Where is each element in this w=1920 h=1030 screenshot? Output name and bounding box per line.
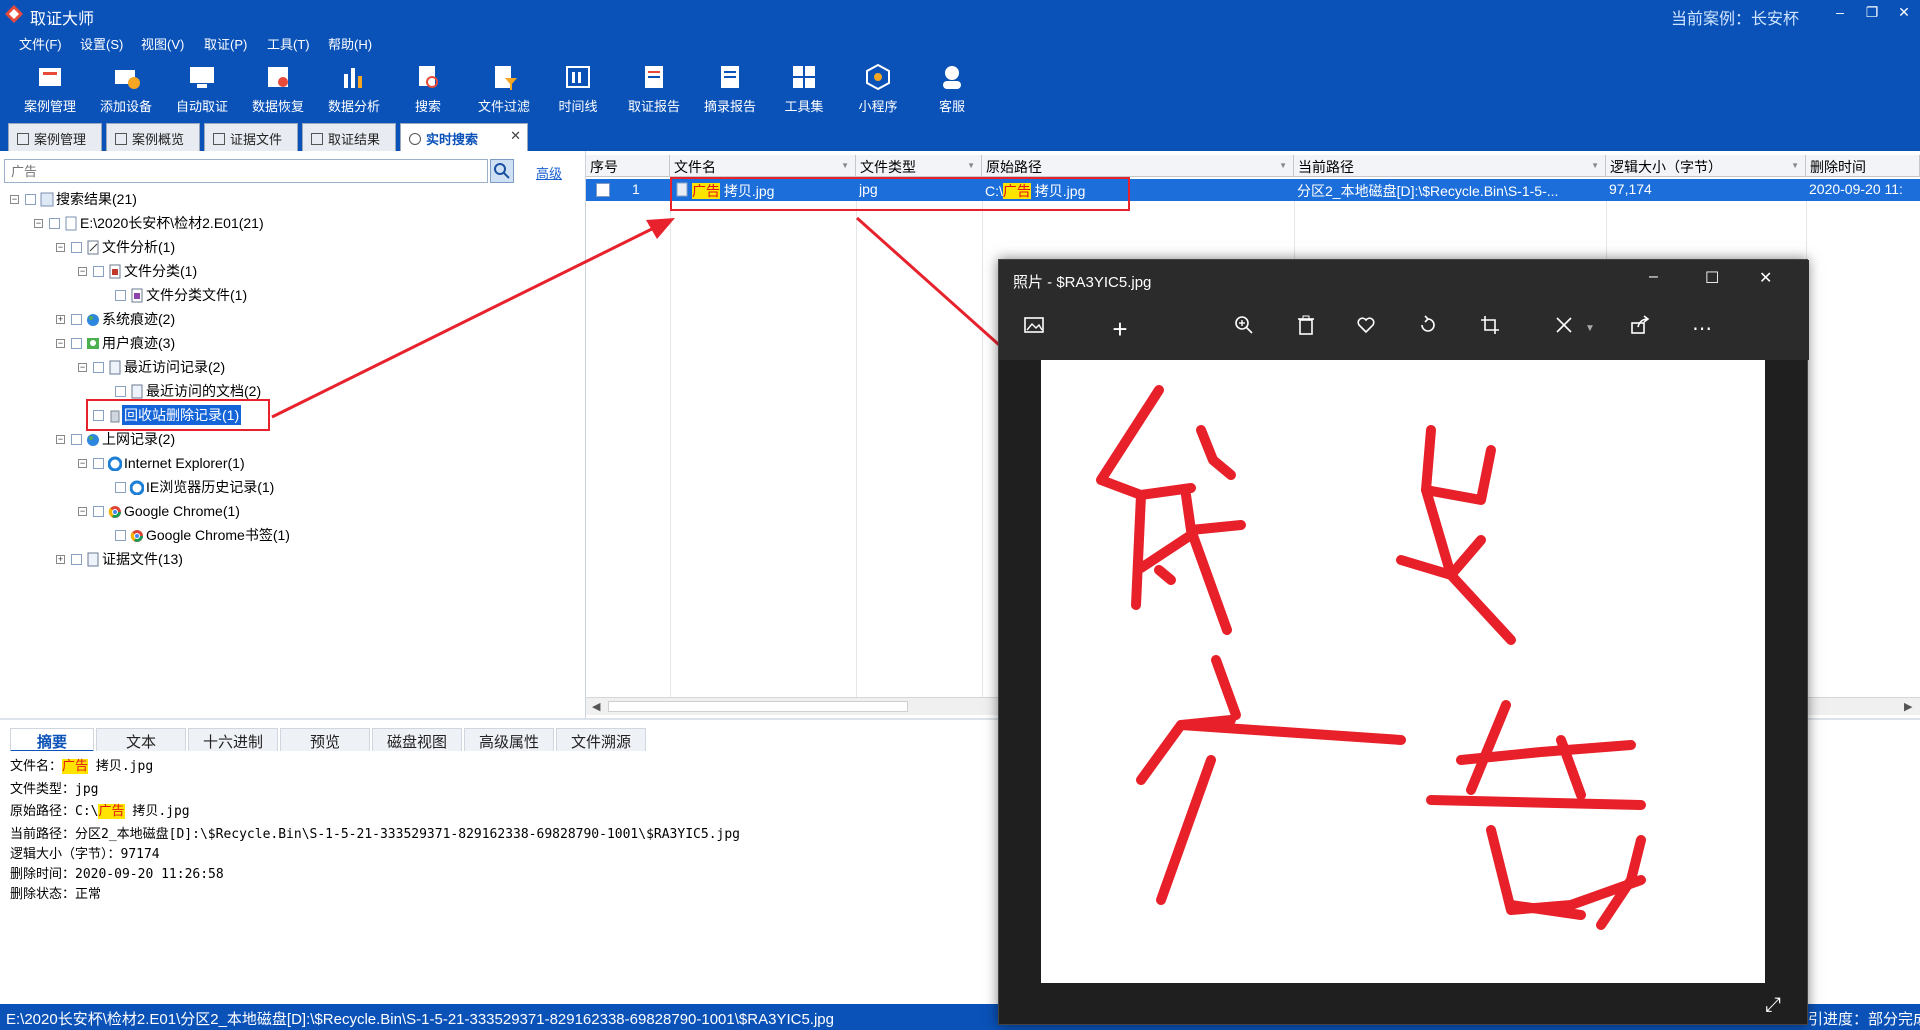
share-icon bbox=[1631, 315, 1650, 334]
rotate-icon bbox=[1421, 315, 1435, 332]
tab-hex[interactable]: 十六进制 bbox=[188, 728, 278, 752]
more-options-button[interactable]: ⋯ bbox=[1687, 314, 1717, 344]
view-collection-button[interactable] bbox=[1019, 314, 1049, 344]
photo-viewer-titlebar: 照片 - $RA3YIC5.jpg – ☐ ✕ bbox=[999, 260, 1809, 300]
handwritten-ad-image bbox=[1096, 385, 1646, 930]
edit-dropdown[interactable]: ▼ bbox=[1575, 314, 1605, 344]
chevron-down-icon: ▼ bbox=[1585, 323, 1595, 334]
share-button[interactable] bbox=[1625, 314, 1655, 344]
crop-icon bbox=[1481, 316, 1499, 334]
photo-viewer-title: 照片 - $RA3YIC5.jpg bbox=[1013, 274, 1152, 291]
annotation-arrow-to-file bbox=[271, 220, 667, 419]
tab-preview[interactable]: 预览 bbox=[280, 728, 370, 752]
trash-icon bbox=[1298, 315, 1314, 335]
edit-tools-icon bbox=[1556, 317, 1572, 333]
image-icon bbox=[1024, 317, 1044, 333]
zoom-in-icon bbox=[1235, 316, 1253, 334]
photo-viewer-window: 照片 - $RA3YIC5.jpg – ☐ ✕ + ▼ ⋯ ⤢ bbox=[998, 259, 1809, 1025]
detail-logical-size: 逻辑大小（字节）：97174 bbox=[10, 847, 160, 862]
detail-filetype: 文件类型：jpg bbox=[10, 782, 99, 797]
heart-icon bbox=[1357, 317, 1375, 334]
rotate-button[interactable] bbox=[1413, 314, 1443, 344]
fullscreen-button[interactable]: ⤢ bbox=[1765, 994, 1781, 1017]
detail-delete-state: 删除状态：正常 bbox=[10, 887, 102, 902]
viewer-minimize-button[interactable]: – bbox=[1649, 268, 1658, 286]
tab-disk-view[interactable]: 磁盘视图 bbox=[372, 728, 462, 752]
detail-filename: 文件名：广告 拷贝.jpg bbox=[10, 759, 154, 774]
viewer-close-button[interactable]: ✕ bbox=[1759, 268, 1772, 288]
crop-button[interactable] bbox=[1475, 314, 1505, 344]
plus-icon: + bbox=[1112, 314, 1128, 344]
photo-viewer-toolbar: + ▼ ⋯ bbox=[999, 300, 1809, 360]
detail-original-path: 原始路径：C:\广告 拷贝.jpg bbox=[10, 804, 190, 819]
more-icon: ⋯ bbox=[1692, 318, 1712, 340]
delete-button[interactable] bbox=[1291, 314, 1321, 344]
favorite-button[interactable] bbox=[1351, 314, 1381, 344]
viewer-maximize-button[interactable]: ☐ bbox=[1705, 268, 1719, 288]
detail-deleted-time: 删除时间：2020-09-20 11:26:58 bbox=[10, 867, 224, 882]
detail-current-path: 当前路径：分区2_本地磁盘[D]:\$Recycle.Bin\S-1-5-21-… bbox=[10, 827, 740, 842]
tab-text[interactable]: 文本 bbox=[96, 728, 186, 752]
photo-canvas bbox=[1041, 360, 1765, 983]
status-progress: 引进度：部分完成 bbox=[1808, 1011, 1920, 1028]
zoom-button[interactable] bbox=[1229, 314, 1259, 344]
status-path: E:\2020长安杯\检材2.E01\分区2_本地磁盘[D]:\$Recycle… bbox=[6, 1011, 834, 1028]
tab-file-trace[interactable]: 文件溯源 bbox=[556, 728, 646, 752]
tab-summary[interactable]: 摘要 bbox=[10, 728, 94, 752]
tab-advanced-properties[interactable]: 高级属性 bbox=[464, 728, 554, 752]
expand-icon: ⤢ bbox=[1765, 994, 1781, 1016]
add-to-button[interactable]: + bbox=[1105, 314, 1135, 344]
